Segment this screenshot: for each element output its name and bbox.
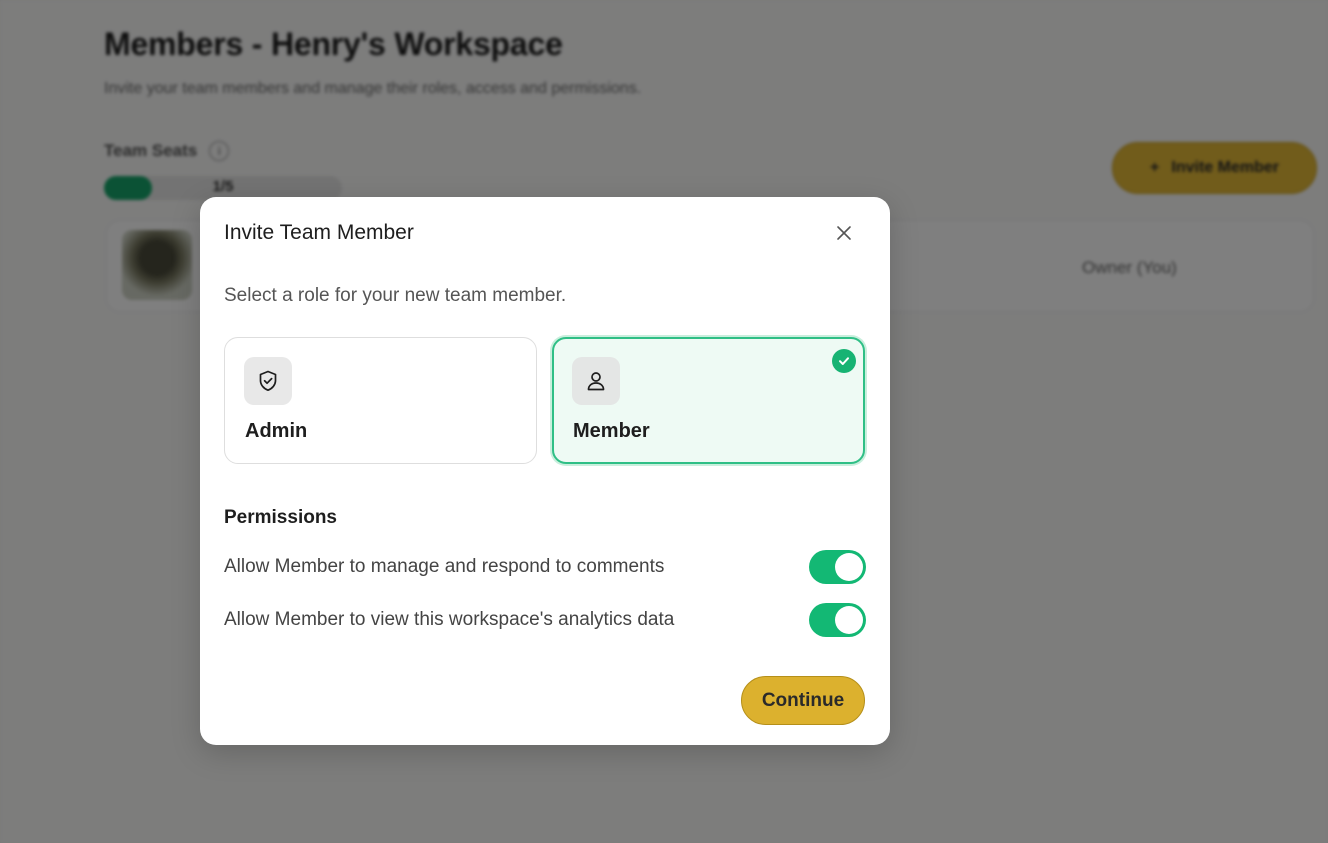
toggle-knob [835, 606, 863, 634]
close-button[interactable] [830, 219, 858, 247]
selected-check-icon [832, 349, 856, 373]
dialog-title: Invite Team Member [224, 221, 414, 244]
manage-comments-toggle[interactable] [809, 550, 866, 584]
role-card-member[interactable]: Member [552, 337, 865, 464]
toggle-knob [835, 553, 863, 581]
role-icon-container [244, 357, 292, 405]
permissions-heading: Permissions [224, 507, 337, 528]
role-label-member: Member [573, 420, 650, 442]
permission-row: Allow Member to manage and respond to co… [224, 549, 866, 585]
invite-team-member-dialog: Invite Team Member Select a role for you… [200, 197, 890, 745]
role-card-admin[interactable]: Admin [224, 337, 537, 464]
permission-label: Allow Member to manage and respond to co… [224, 556, 665, 577]
continue-button[interactable]: Continue [741, 676, 865, 725]
user-icon [587, 372, 605, 391]
view-analytics-toggle[interactable] [809, 603, 866, 637]
role-label-admin: Admin [245, 420, 308, 442]
permission-label: Allow Member to view this workspace's an… [224, 609, 675, 630]
role-icon-container [572, 357, 620, 405]
permission-row: Allow Member to view this workspace's an… [224, 602, 866, 638]
dialog-description: Select a role for your new team member. [224, 285, 567, 306]
shield-check-icon [259, 370, 277, 392]
close-icon [837, 226, 851, 240]
